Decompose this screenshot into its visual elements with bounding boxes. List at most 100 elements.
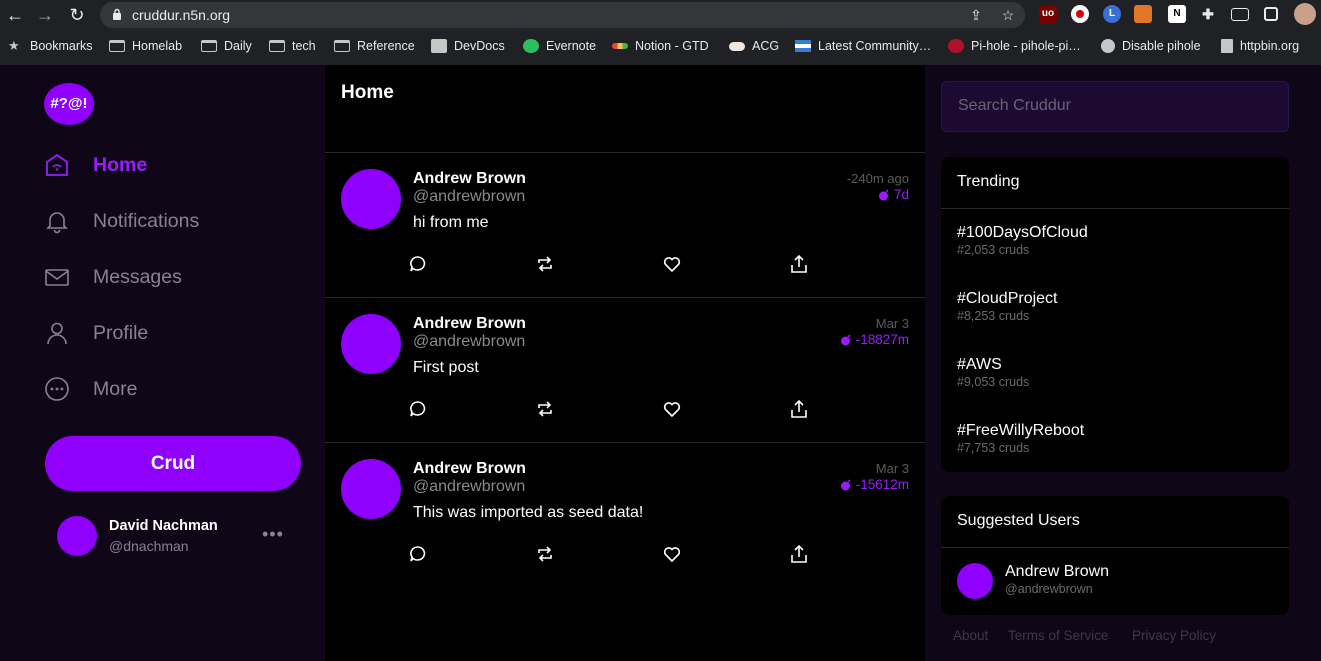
folder-icon — [334, 40, 350, 52]
search-input[interactable] — [958, 97, 1268, 115]
like-icon[interactable] — [662, 399, 682, 419]
post-author-handle[interactable]: @andrewbrown — [413, 333, 525, 351]
sidebar-toggle-icon[interactable] — [1264, 7, 1278, 21]
avatar[interactable] — [341, 314, 401, 374]
bookmark-item[interactable]: Latest Community… — [795, 34, 931, 58]
nav-more-label: More — [93, 377, 138, 400]
bookmark-item[interactable]: ACG — [729, 34, 779, 58]
bookmark-item[interactable]: Notion - GTD — [612, 34, 709, 58]
activity-item[interactable]: Andrew Brown @andrewbrown This was impor… — [325, 443, 925, 588]
repost-icon[interactable] — [535, 254, 555, 274]
trending-title: Trending — [957, 173, 1020, 190]
footer-privacy-link[interactable]: Privacy Policy — [1132, 628, 1216, 643]
post-author-name[interactable]: Andrew Brown — [413, 170, 526, 188]
user-icon — [47, 322, 67, 345]
reply-icon[interactable] — [408, 254, 428, 274]
reply-icon[interactable] — [408, 544, 428, 564]
post-time: -240m ago — [846, 171, 909, 186]
globe-icon — [1101, 39, 1115, 53]
profile-avatar-icon[interactable] — [1294, 3, 1316, 25]
nav-messages[interactable]: Messages — [44, 259, 182, 295]
cloud-icon — [729, 41, 745, 51]
ublock-icon[interactable]: uo — [1039, 5, 1057, 23]
bookmark-item[interactable]: Pi-hole - pihole-pi… — [948, 34, 1081, 58]
nav-more[interactable]: More — [44, 371, 137, 407]
nav-home-label: Home — [93, 153, 148, 176]
repost-icon[interactable] — [535, 399, 555, 419]
back-icon[interactable]: ← — [4, 4, 26, 26]
bookmark-item[interactable]: Disable pihole — [1101, 34, 1201, 58]
post-author-handle[interactable]: @andrewbrown — [413, 188, 525, 206]
share-icon[interactable] — [789, 544, 809, 564]
bookmark-star-icon[interactable]: ☆ — [1000, 7, 1016, 23]
trending-count: #8,253 cruds — [957, 309, 1030, 323]
left-sidebar: #?@! Home Notifications Messages Profile… — [0, 65, 325, 661]
like-icon[interactable] — [662, 544, 682, 564]
folder-icon — [201, 40, 217, 52]
trending-count: #9,053 cruds — [957, 375, 1030, 389]
pihole-icon — [948, 39, 964, 53]
post-expiry: -18827m — [840, 332, 909, 347]
post-author-handle[interactable]: @andrewbrown — [413, 478, 525, 496]
notion-ext-icon[interactable]: N — [1168, 5, 1186, 23]
avatar[interactable] — [957, 563, 993, 599]
trending-tag: #100DaysOfCloud — [957, 224, 1088, 241]
bookmark-item[interactable]: Reference — [334, 34, 415, 58]
metamask-icon[interactable] — [1134, 5, 1152, 23]
extension-blue-icon[interactable]: L — [1103, 5, 1121, 23]
share-icon[interactable] — [789, 254, 809, 274]
search-box[interactable] — [941, 81, 1289, 132]
reply-icon[interactable] — [408, 399, 428, 419]
repost-icon[interactable] — [535, 544, 555, 564]
suggested-user-name[interactable]: Andrew Brown — [1005, 563, 1109, 581]
trending-item[interactable]: #FreeWillyReboot #7,753 cruds — [957, 422, 1084, 455]
activity-item[interactable]: Andrew Brown @andrewbrown hi from me -24… — [325, 153, 925, 298]
bookmark-item[interactable]: Daily — [201, 34, 252, 58]
user-menu-button[interactable]: ••• — [262, 524, 284, 545]
bomb-icon — [840, 479, 851, 490]
bookmark-item[interactable]: Homelab — [109, 34, 182, 58]
nav-profile[interactable]: Profile — [44, 315, 148, 351]
trending-item[interactable]: #AWS #9,053 cruds — [957, 356, 1029, 389]
nav-home[interactable]: Home — [44, 147, 147, 183]
browser-chrome: ← → ↻ cruddur.n5n.org ⇪ ☆ uo L N ✚ ★ Book… — [0, 0, 1321, 65]
address-bar[interactable]: cruddur.n5n.org ⇪ ☆ — [100, 2, 1025, 28]
avatar[interactable] — [341, 169, 401, 229]
avatar[interactable] — [341, 459, 401, 519]
divider — [941, 208, 1289, 209]
activity-item[interactable]: Andrew Brown @andrewbrown First post Mar… — [325, 298, 925, 443]
footer-terms-link[interactable]: Terms of Service — [1008, 628, 1109, 643]
extension-red-dot-icon[interactable] — [1071, 5, 1089, 23]
trending-count: #2,053 cruds — [957, 243, 1030, 257]
like-icon[interactable] — [662, 254, 682, 274]
bell-icon — [46, 212, 68, 234]
bomb-icon — [878, 189, 889, 200]
divider — [941, 547, 1289, 548]
bookmark-item[interactable]: tech — [269, 34, 316, 58]
post-author-name[interactable]: Andrew Brown — [413, 315, 526, 333]
evernote-icon — [523, 39, 539, 53]
feed-header: Home — [325, 65, 925, 153]
current-user[interactable]: David Nachman @dnachman ••• — [57, 516, 297, 556]
bookmark-item[interactable]: httpbin.org — [1221, 34, 1299, 58]
forward-icon[interactable]: → — [34, 4, 56, 26]
url-text: cruddur.n5n.org — [132, 7, 231, 23]
post-author-name[interactable]: Andrew Brown — [413, 460, 526, 478]
cast-icon[interactable] — [1231, 8, 1249, 21]
footer-about-link[interactable]: About — [953, 628, 988, 643]
bookmark-item[interactable]: DevDocs — [431, 34, 505, 58]
trending-item[interactable]: #CloudProject #8,253 cruds — [957, 290, 1058, 323]
share-icon[interactable] — [789, 399, 809, 419]
crud-button[interactable]: Crud — [45, 436, 301, 491]
nav-notifications[interactable]: Notifications — [44, 203, 199, 239]
post-message: hi from me — [413, 214, 489, 231]
bookmark-item[interactable]: ★ Bookmarks — [8, 34, 93, 58]
bookmark-item[interactable]: Evernote — [523, 34, 596, 58]
page-title: Home — [341, 82, 394, 103]
reload-icon[interactable]: ↻ — [66, 4, 88, 26]
trending-item[interactable]: #100DaysOfCloud #2,053 cruds — [957, 224, 1088, 257]
home-feed: Home Andrew Brown @andrewbrown hi from m… — [325, 65, 925, 661]
puzzle-icon[interactable]: ✚ — [1199, 5, 1217, 23]
cruddur-logo[interactable]: #?@! — [44, 83, 94, 125]
share-page-icon[interactable]: ⇪ — [968, 7, 984, 23]
